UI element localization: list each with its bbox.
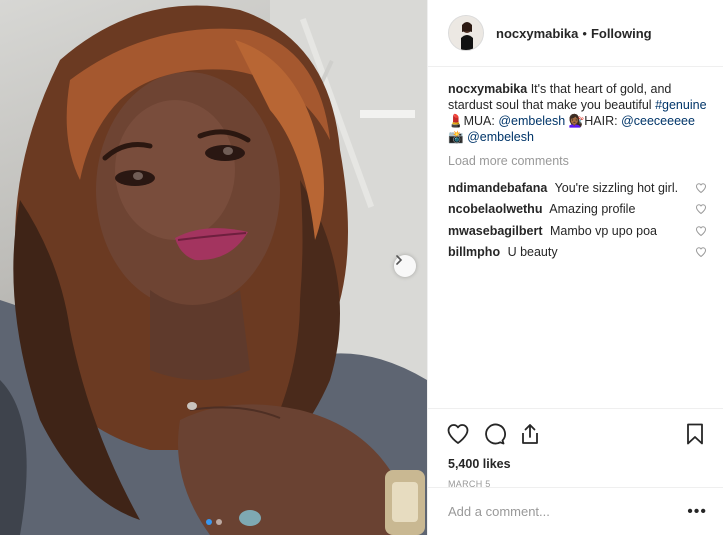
heart-icon[interactable]	[695, 225, 707, 237]
chevron-right-icon	[396, 255, 403, 265]
heart-icon[interactable]	[695, 182, 707, 194]
comment-item: ncobelaolwethu Amazing profile	[448, 199, 707, 221]
action-bar	[428, 409, 723, 449]
hashtag-link[interactable]: #genuine	[655, 98, 706, 112]
comment-text: Amazing profile	[549, 202, 636, 217]
avatar-image	[449, 16, 483, 50]
comment-username[interactable]: ncobelaolwethu	[448, 202, 542, 216]
post-caption: nocxymabika It's that heart of gold, and…	[448, 81, 707, 145]
post-photo[interactable]	[0, 0, 427, 535]
comment-item: ndimandebafana You're sizzling hot girl.	[448, 177, 707, 199]
caption-username[interactable]: nocxymabika	[448, 82, 527, 96]
caption-text: 📸	[448, 130, 464, 144]
comment-username[interactable]: ndimandebafana	[448, 181, 547, 195]
comment-item: billmpho U beauty	[448, 242, 707, 264]
like-heart-icon[interactable]	[446, 422, 470, 446]
mention-link[interactable]: @ceeceeeee	[621, 114, 695, 128]
add-comment-input[interactable]	[448, 504, 688, 519]
more-options-icon[interactable]: •••	[687, 503, 707, 521]
comment-username[interactable]: billmpho	[448, 245, 500, 259]
carousel-dot	[215, 519, 222, 525]
post-side-panel: nocxymabika • Following nocxymabika It's…	[427, 0, 723, 535]
post-actions-section: 5,400 likes MARCH 5	[428, 408, 723, 489]
comment-username[interactable]: mwasebagilbert	[448, 224, 542, 238]
carousel-next-button[interactable]	[394, 255, 416, 277]
post-header: nocxymabika • Following	[428, 0, 723, 67]
heart-icon[interactable]	[695, 203, 707, 215]
portrait-image	[0, 0, 427, 535]
comment-text: Mambo vp upo poa	[549, 223, 657, 238]
avatar[interactable]	[448, 15, 484, 51]
username-link[interactable]: nocxymabika	[496, 26, 578, 41]
add-comment-bar: •••	[428, 487, 723, 535]
mention-link[interactable]: @embelesh	[498, 114, 565, 128]
comment-text: You're sizzling hot girl.	[554, 180, 679, 195]
instagram-post: nocxymabika • Following nocxymabika It's…	[0, 0, 723, 535]
mention-link[interactable]: @embelesh	[467, 130, 534, 144]
share-icon[interactable]	[518, 422, 542, 446]
caption-text: 💇🏾‍♀️HAIR:	[568, 114, 618, 128]
bookmark-icon[interactable]	[683, 422, 707, 446]
carousel-dot	[205, 519, 212, 525]
load-more-comments-button[interactable]: Load more comments	[448, 153, 707, 169]
carousel-indicator	[0, 519, 427, 525]
separator: •	[582, 25, 587, 41]
comment-text: U beauty	[507, 245, 558, 260]
comments-section: nocxymabika It's that heart of gold, and…	[428, 67, 723, 263]
caption-text: 💄MUA:	[448, 114, 495, 128]
likes-count[interactable]: 5,400 likes	[428, 449, 723, 471]
comment-icon[interactable]	[482, 422, 506, 446]
following-button[interactable]: Following	[591, 26, 652, 41]
comment-item: mwasebagilbert Mambo vp upo poa	[448, 220, 707, 242]
heart-icon[interactable]	[695, 246, 707, 258]
